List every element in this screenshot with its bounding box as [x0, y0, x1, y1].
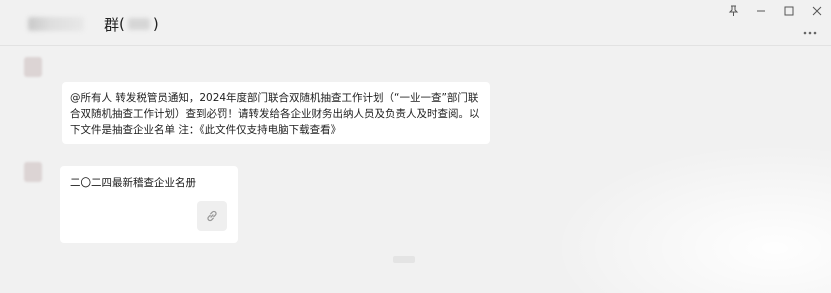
chat-title[interactable]: 群 ( ) — [28, 12, 159, 36]
link-icon[interactable] — [197, 201, 227, 231]
blurred-member-count — [127, 18, 150, 30]
close-icon[interactable] — [803, 0, 831, 22]
window-controls — [719, 0, 831, 22]
title-separator — [0, 45, 831, 46]
message-text: @所有人 转发税管员通知，2024年度部门联合双随机抽查工作计划（“一业一查”部… — [70, 92, 480, 136]
pin-icon[interactable] — [719, 0, 747, 22]
blurred-group-name — [28, 17, 84, 31]
message-bubble[interactable]: @所有人 转发税管员通知，2024年度部门联合双随机抽查工作计划（“一业一查”部… — [62, 82, 490, 144]
file-card[interactable]: 二〇二四最新稽查企业名册 — [60, 166, 238, 243]
scrollbar-thumb[interactable] — [393, 256, 415, 263]
avatar[interactable] — [24, 57, 42, 77]
avatar[interactable] — [24, 162, 42, 182]
member-count-close-paren: ) — [152, 15, 159, 33]
member-count-open-paren: ( — [119, 15, 125, 33]
minimize-icon[interactable] — [747, 0, 775, 22]
maximize-icon[interactable] — [775, 0, 803, 22]
group-label: 群 — [104, 15, 120, 34]
more-icon[interactable] — [803, 24, 817, 38]
title-bar: 群 ( ) — [0, 0, 831, 44]
chat-window: 群 ( ) @所有人 转发税管员通知，2024年度部门联合双随机抽查工作计划（“… — [0, 0, 831, 293]
file-title: 二〇二四最新稽查企业名册 — [70, 177, 196, 189]
screen-glare — [551, 143, 831, 293]
